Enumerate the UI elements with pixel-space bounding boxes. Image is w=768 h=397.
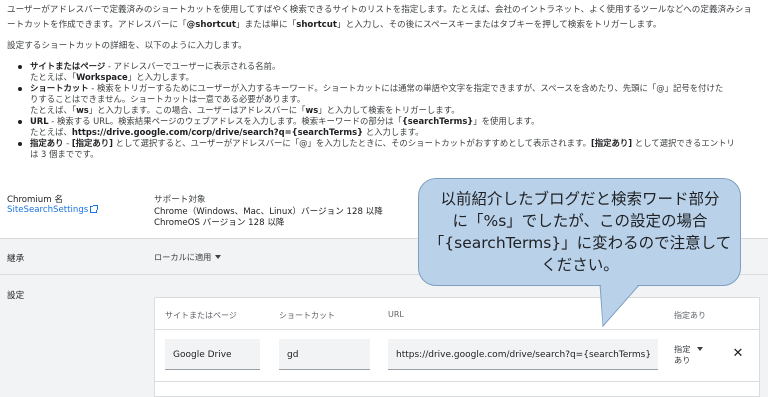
callout-text: 以前紹介したブログだと検索ワード部分 に「%s」でしたが、この設定の場合 「{s… [428,190,732,274]
